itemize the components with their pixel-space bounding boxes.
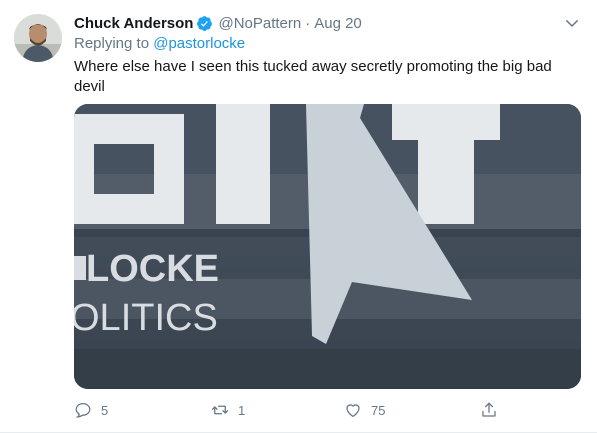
like-count: 75 <box>371 402 386 418</box>
media-text-politics: OLITICS <box>74 297 218 339</box>
tweet-date[interactable]: Aug 20 <box>314 15 362 32</box>
heart-icon <box>346 404 360 418</box>
share-action[interactable] <box>480 398 498 422</box>
chevron-down-icon[interactable] <box>563 14 581 32</box>
avatar-image <box>14 14 62 62</box>
replying-to-link[interactable]: @pastorlocke <box>153 35 245 52</box>
tweet-media-image[interactable]: LOCKE OLITICS <box>74 104 581 389</box>
verified-badge-icon <box>197 15 213 31</box>
author-handle[interactable]: @NoPattern <box>218 15 301 32</box>
avatar[interactable] <box>14 14 62 62</box>
tweet-header: Chuck Anderson @NoPattern · Aug 20 <box>74 12 362 34</box>
replying-to-line: Replying to @pastorlocke <box>74 35 245 52</box>
share-icon <box>482 402 496 417</box>
tweet-actions: 5 1 75 <box>74 398 504 422</box>
reply-action[interactable]: 5 <box>74 398 108 422</box>
author-name[interactable]: Chuck Anderson <box>74 15 193 32</box>
retweet-count: 1 <box>238 402 246 418</box>
replying-to-label: Replying to <box>74 35 150 52</box>
separator-dot: · <box>305 14 311 32</box>
reply-bubble-icon <box>75 402 91 418</box>
tweet-text: Where else have I seen this tucked away … <box>74 58 552 95</box>
retweet-action[interactable]: 1 <box>211 398 245 422</box>
like-action[interactable]: 75 <box>344 398 385 422</box>
retweet-icon <box>211 405 229 415</box>
tweet[interactable]: Chuck Anderson @NoPattern · Aug 20 Reply… <box>0 0 597 433</box>
media-photo: LOCKE OLITICS <box>74 104 581 389</box>
reply-count: 5 <box>101 402 109 418</box>
media-text-locke: LOCKE <box>86 248 219 290</box>
